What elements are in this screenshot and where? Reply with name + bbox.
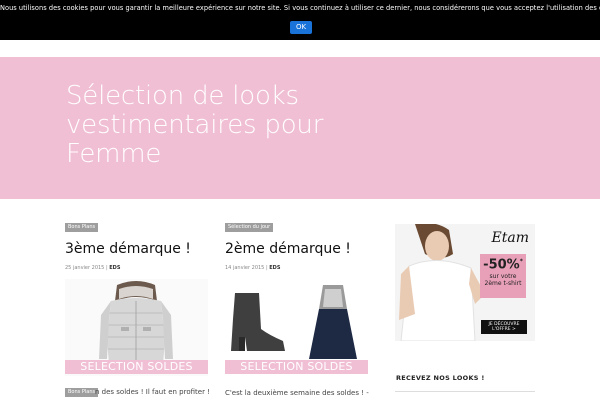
page-title: Sélection de looks vestimentaires pour F… bbox=[66, 81, 324, 169]
category-tag[interactable]: Bons Plans bbox=[65, 223, 99, 232]
cookie-bar: Nous utilisons des cookies pour vous gar… bbox=[0, 0, 600, 40]
post-meta: 25 janvier 2015 | EDS bbox=[65, 265, 120, 271]
ad-promo-box: -50%* sur votre 2ème t-shirt bbox=[480, 254, 526, 298]
post-excerpt: n des soldes ! Il faut en profiter ! bbox=[95, 388, 210, 396]
post-title-link[interactable]: 2ème démarque ! bbox=[225, 241, 351, 257]
post-thumbnail[interactable]: SELECTION SOLDES bbox=[65, 279, 208, 376]
post-author-link[interactable]: EDS bbox=[109, 265, 120, 271]
ad-cta-button[interactable]: JE DÉCOUVRE L'OFFRE > bbox=[481, 320, 527, 334]
post-excerpt: C'est la deuxième semaine des soldes ! - bbox=[225, 389, 369, 397]
etam-logo: Etam bbox=[491, 230, 529, 246]
post-date: 25 janvier 2015 bbox=[65, 265, 105, 271]
post-date: 14 janvier 2015 bbox=[225, 265, 265, 271]
etam-ad[interactable]: Etam -50%* sur votre 2ème t-shirt JE DÉC… bbox=[395, 224, 535, 341]
post-author-link[interactable]: EDS bbox=[269, 265, 280, 271]
divider bbox=[395, 391, 535, 392]
soldes-banner: SELECTION SOLDES bbox=[225, 360, 368, 374]
newsletter-heading: RECEVEZ NOS LOOKS ! bbox=[396, 374, 485, 382]
soldes-banner: SELECTION SOLDES bbox=[65, 360, 208, 374]
cookie-message: Nous utilisons des cookies pour vous gar… bbox=[0, 4, 600, 12]
ad-line-1: sur votre bbox=[489, 273, 517, 281]
ad-percent: -50%* bbox=[483, 257, 523, 273]
post-meta: 14 janvier 2015 | EDS bbox=[225, 265, 280, 271]
ad-line-2: 2ème t-shirt bbox=[484, 280, 522, 288]
post-title-link[interactable]: 3ème démarque ! bbox=[65, 241, 191, 257]
category-tag-next[interactable]: Bons Plans bbox=[65, 388, 99, 397]
post-thumbnail[interactable]: SELECTION SOLDES bbox=[225, 279, 368, 376]
cookie-ok-button[interactable]: OK bbox=[290, 21, 312, 34]
category-tag[interactable]: Sélection du jour bbox=[225, 223, 274, 232]
